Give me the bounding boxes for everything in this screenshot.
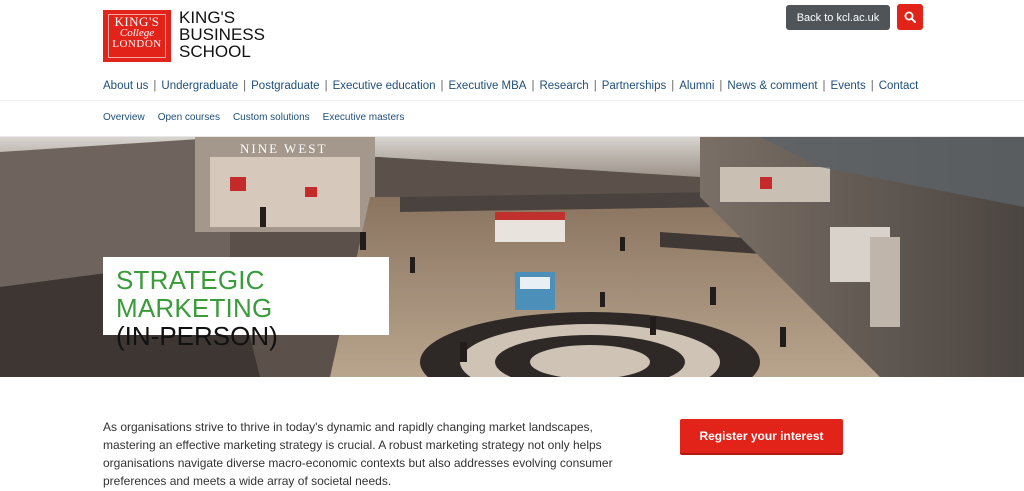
nav-partnerships[interactable]: Partnerships [602, 80, 667, 92]
nav-separator: | [153, 80, 157, 92]
subnav-open-courses[interactable]: Open courses [158, 112, 220, 123]
search-icon [904, 11, 916, 23]
subnav-executive-masters[interactable]: Executive masters [323, 112, 405, 123]
subnav-custom-solutions[interactable]: Custom solutions [233, 112, 310, 123]
nav-separator: | [671, 80, 675, 92]
kings-college-london-logo[interactable]: KING'S College LONDON [103, 10, 171, 62]
nav-separator: | [243, 80, 247, 92]
page-subtitle: (IN-PERSON) [116, 321, 278, 351]
nav-separator: | [719, 80, 723, 92]
subnav-overview[interactable]: Overview [103, 112, 145, 123]
page-title: STRATEGIC MARKETING [116, 265, 273, 323]
nav-separator: | [324, 80, 328, 92]
nav-executive-education[interactable]: Executive education [333, 80, 436, 92]
site-header: KING'S College LONDON KING'S BUSINESS SC… [0, 0, 1024, 100]
nav-contact[interactable]: Contact [879, 80, 919, 92]
school-name-line: SCHOOL [179, 42, 251, 61]
nav-events[interactable]: Events [831, 80, 866, 92]
nav-separator: | [870, 80, 874, 92]
main-navigation: About us | Undergraduate | Postgraduate | E… [103, 80, 918, 92]
store-sign: NINE WEST [240, 141, 327, 156]
sub-navigation: Overview Open courses Custom solutions E… [103, 112, 404, 123]
search-button[interactable] [897, 4, 923, 30]
school-name[interactable]: KING'S BUSINESS SCHOOL [179, 9, 279, 60]
nav-separator: | [593, 80, 597, 92]
nav-separator: | [822, 80, 826, 92]
register-interest-button[interactable]: Register your interest [680, 419, 843, 453]
nav-alumni[interactable]: Alumni [679, 80, 714, 92]
school-name-line: KING'S [179, 8, 236, 27]
nav-about-us[interactable]: About us [103, 80, 148, 92]
nav-research[interactable]: Research [539, 80, 588, 92]
nav-postgraduate[interactable]: Postgraduate [251, 80, 319, 92]
back-to-kcl-button[interactable]: Back to kcl.ac.uk [786, 5, 890, 30]
nav-undergraduate[interactable]: Undergraduate [161, 80, 238, 92]
nav-separator: | [440, 80, 444, 92]
nav-news-comment[interactable]: News & comment [727, 80, 817, 92]
intro-paragraph: As organisations strive to thrive in tod… [103, 420, 613, 488]
logo-frame [108, 14, 166, 58]
school-name-line: BUSINESS [179, 25, 265, 44]
nav-executive-mba[interactable]: Executive MBA [449, 80, 527, 92]
hero-title-box: STRATEGIC MARKETING (IN-PERSON) [103, 257, 389, 350]
nav-separator: | [531, 80, 535, 92]
